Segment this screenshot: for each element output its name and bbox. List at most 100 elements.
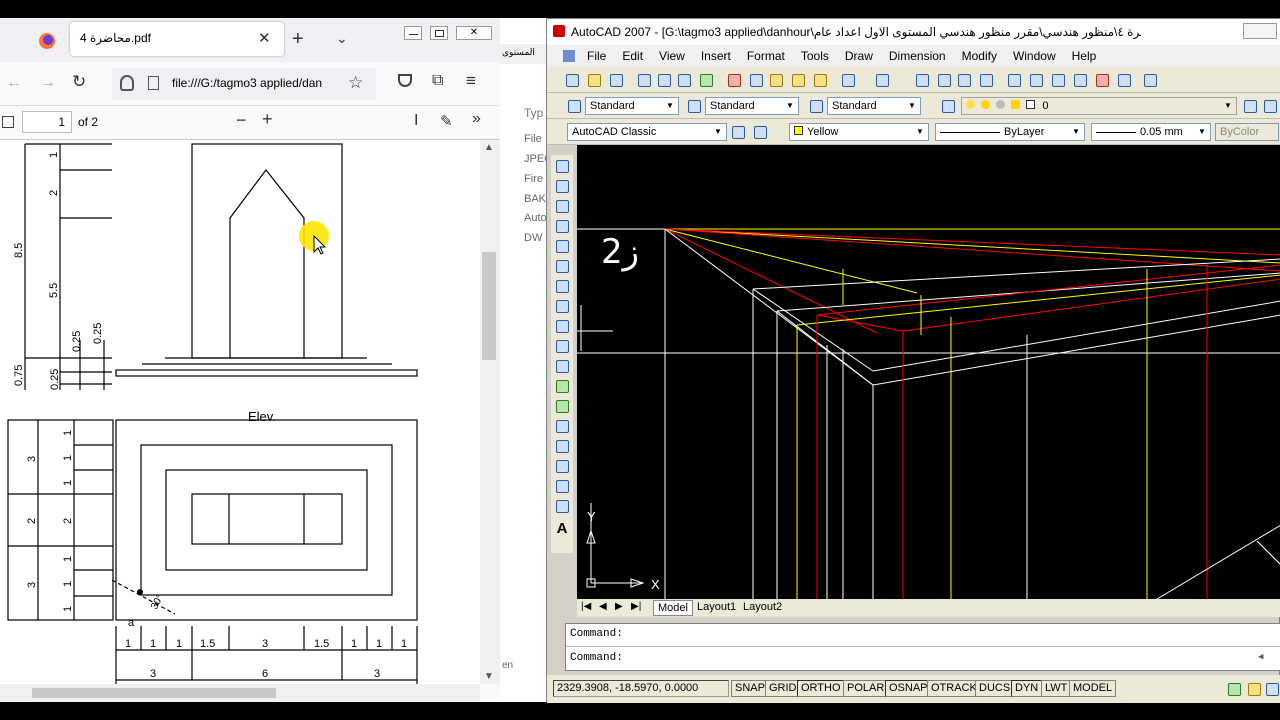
match-properties-icon[interactable] [789,71,807,89]
publish-icon[interactable] [675,71,693,89]
command-prompt[interactable]: Command: [570,652,623,664]
layer-select[interactable]: 0 ▼ [961,97,1237,115]
table-style-select[interactable]: Standard ▼ [827,97,921,115]
polar-toggle[interactable]: POLAR [843,680,889,697]
spline-icon[interactable] [553,317,571,335]
reload-icon[interactable]: ↻ [72,72,86,92]
open-icon[interactable] [585,71,603,89]
pdf-horizontal-scrollbar[interactable] [0,684,480,702]
zoom-in-icon[interactable]: + [262,109,273,130]
minimize-button[interactable] [404,26,422,40]
next-tab-icon[interactable]: ▶ [615,601,623,612]
save-icon[interactable] [607,71,625,89]
polyline-icon[interactable] [553,197,571,215]
new-icon[interactable] [563,71,581,89]
first-tab-icon[interactable]: |◀ [581,601,591,612]
block-editor-icon[interactable] [811,71,829,89]
last-tab-icon[interactable]: ▶| [631,601,641,612]
toolbar-lock-icon[interactable] [1245,680,1263,698]
line-icon[interactable] [553,157,571,175]
ellipse-icon[interactable] [553,337,571,355]
sidebar-toggle-icon[interactable] [2,116,14,128]
dyn-toggle[interactable]: DYN [1011,680,1043,697]
zoom-realtime-icon[interactable] [935,71,953,89]
pocket-icon[interactable] [398,74,412,87]
layer-manager-icon[interactable] [939,97,957,115]
arc-icon[interactable] [553,257,571,275]
command-window[interactable]: Command: Command: ◀ [565,623,1280,671]
ortho-toggle[interactable]: ORTHO [797,680,845,697]
pan-icon[interactable] [913,71,931,89]
ellipse-arc-icon[interactable] [553,357,571,375]
minimize-button[interactable] [1243,23,1277,39]
menu-file[interactable]: File [579,49,614,63]
hatch-icon[interactable] [553,437,571,455]
gradient-icon[interactable] [553,457,571,475]
markup-icon[interactable] [1093,71,1111,89]
close-window-button[interactable]: ✕ [456,26,492,40]
menu-dimension[interactable]: Dimension [881,49,954,63]
url-bar[interactable]: file:///G:/tagmo3 applied/dan ☆ [112,68,376,100]
ducs-toggle[interactable]: DUCS [975,680,1015,697]
undo-icon[interactable] [839,71,857,89]
redo-icon[interactable] [873,71,891,89]
text-style-select[interactable]: Standard ▼ [585,97,679,115]
paste-icon[interactable] [767,71,785,89]
more-tools-icon[interactable]: » [472,110,481,128]
menu-view[interactable]: View [651,49,693,63]
workspace-select[interactable]: AutoCAD Classic ▼ [567,123,727,141]
menu-help[interactable]: Help [1064,49,1105,63]
menu-tools[interactable]: Tools [793,49,837,63]
my-workspace-icon[interactable] [751,123,769,141]
lineweight-select[interactable]: 0.05 mm ▼ [1091,123,1211,141]
dim-style-select[interactable]: Standard ▼ [705,97,799,115]
pdf-vertical-scrollbar[interactable]: ▲ ▼ [480,140,500,684]
clean-screen-icon[interactable] [1263,680,1280,698]
circle-icon[interactable] [553,277,571,295]
zoom-out-icon[interactable]: − [236,110,247,131]
rectangle-icon[interactable] [553,237,571,255]
menu-draw[interactable]: Draw [837,49,881,63]
zoom-previous-icon[interactable] [977,71,995,89]
properties-icon[interactable] [1005,71,1023,89]
command-scroll-icon[interactable]: ◀ [1258,652,1263,662]
osnap-toggle[interactable]: OSNAP [885,680,932,697]
menu-format[interactable]: Format [739,49,793,63]
extensions-icon[interactable]: ⧉ [432,72,443,90]
tab-layout2[interactable]: Layout2 [739,600,786,614]
model-toggle[interactable]: MODEL [1069,680,1117,697]
menu-modify[interactable]: Modify [954,49,1005,63]
design-center-icon[interactable] [1027,71,1045,89]
grid-toggle[interactable]: GRID [765,680,801,697]
communication-center-icon[interactable] [1225,680,1243,698]
text-select-icon[interactable]: I [414,112,418,130]
help-icon[interactable] [1141,71,1159,89]
back-icon[interactable]: ← [6,74,22,92]
coordinates-display[interactable]: 2329.3908, -18.5970, 0.0000 [553,680,729,697]
tab-layout1[interactable]: Layout1 [693,600,740,614]
prev-tab-icon[interactable]: ◀ [599,601,607,612]
insert-block-icon[interactable] [553,377,571,395]
calculator-icon[interactable] [1115,71,1133,89]
region-icon[interactable] [553,477,571,495]
snap-toggle[interactable]: SNAP [731,680,769,697]
otrack-toggle[interactable]: OTRACK [927,680,981,697]
layer-previous-icon[interactable] [1261,97,1279,115]
lwt-toggle[interactable]: LWT [1041,680,1072,697]
table-icon[interactable] [553,497,571,515]
zoom-window-icon[interactable] [955,71,973,89]
tab-model[interactable]: Model [653,600,693,616]
bookmark-star-icon[interactable]: ☆ [348,73,363,93]
point-icon[interactable] [553,417,571,435]
linetype-select[interactable]: ByLayer ▼ [935,123,1085,141]
cut-icon[interactable] [725,71,743,89]
plot-icon[interactable] [635,71,653,89]
plot-preview-icon[interactable] [655,71,673,89]
menu-hamburger-icon[interactable]: ≡ [466,71,476,91]
menu-window[interactable]: Window [1005,49,1064,63]
tab-list-chevron-icon[interactable]: ⌄ [336,30,348,47]
revision-cloud-icon[interactable] [553,297,571,315]
color-select[interactable]: Yellow ▼ [789,123,929,141]
menu-insert[interactable]: Insert [693,49,739,63]
menu-edit[interactable]: Edit [614,49,651,63]
